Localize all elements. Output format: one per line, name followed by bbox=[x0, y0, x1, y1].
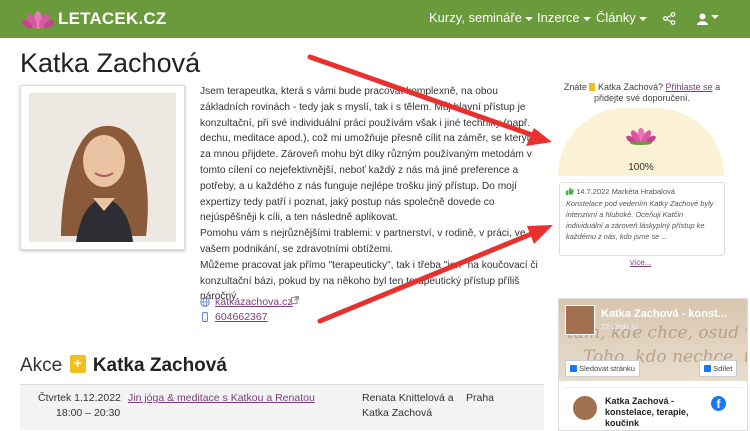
chevron-down-icon bbox=[711, 15, 719, 19]
globe-icon bbox=[200, 297, 210, 307]
lotus-icon bbox=[626, 127, 656, 145]
nav-articles-menu[interactable]: Články bbox=[596, 10, 647, 25]
more-reviews-link[interactable]: více... bbox=[630, 258, 651, 267]
chevron-down-icon bbox=[638, 16, 647, 21]
review-author: Markéta Hrabalová bbox=[611, 187, 675, 196]
avatar bbox=[573, 396, 597, 420]
user-menu[interactable] bbox=[697, 12, 719, 30]
login-link[interactable]: Přihlaste se bbox=[666, 82, 713, 92]
bookmark-add-icon[interactable] bbox=[69, 355, 86, 373]
event-time: 18:00 – 20:30 bbox=[56, 407, 121, 419]
bio-paragraph: Jsem terapeutka, která s vámi bude praco… bbox=[200, 86, 536, 224]
nav-ads-label: Inzerce bbox=[537, 10, 580, 25]
profile-photo bbox=[20, 85, 185, 250]
share-label: Sdílet bbox=[713, 364, 733, 373]
review-card: 14.7.2022 Markéta Hrabalová Konstelace p… bbox=[559, 182, 725, 256]
thumbs-up-icon bbox=[566, 187, 574, 195]
review-text: Konstelace pod vedením Katky Zachové byl… bbox=[566, 199, 714, 241]
follow-label: Sledovat stránku bbox=[579, 364, 635, 373]
review-date: 14.7.2022 bbox=[576, 187, 610, 196]
facebook-cover[interactable]: tam, kde chce, osud vede Toho, kdo nechc… bbox=[559, 299, 747, 381]
facebook-page-thumbnail[interactable] bbox=[565, 305, 595, 335]
logo-text: LETACEK.CZ bbox=[58, 9, 167, 28]
facebook-widget: tam, kde chce, osud vede Toho, kdo nechc… bbox=[558, 298, 748, 431]
prompt-name: Katka Zachová? bbox=[597, 82, 663, 92]
recommendation-prompt: Znáte Katka Zachová? Přihlaste se a přid… bbox=[558, 82, 726, 104]
facebook-share-button[interactable]: Sdílet bbox=[699, 360, 738, 377]
share-icon[interactable] bbox=[663, 12, 676, 25]
phone-link[interactable]: 604662367 bbox=[215, 311, 268, 323]
bookmark-icon bbox=[589, 83, 596, 91]
phone-icon bbox=[202, 312, 208, 322]
review-header: 14.7.2022 Markéta Hrabalová bbox=[566, 187, 675, 196]
event-city: Praha bbox=[466, 392, 495, 404]
nav-articles-label: Články bbox=[596, 10, 636, 25]
nav-ads-menu[interactable]: Inzerce bbox=[537, 10, 591, 25]
user-icon bbox=[697, 13, 708, 25]
event-date: Čtvrtek 1.12.2022 bbox=[38, 392, 121, 404]
facebook-fans-count: 72 sledující bbox=[601, 322, 639, 331]
page-title: Katka Zachová bbox=[20, 48, 201, 78]
event-lecturers: Renata Knittelová a bbox=[362, 392, 454, 404]
lotus-logo-icon bbox=[22, 11, 54, 29]
rating-percent: 100% bbox=[628, 162, 654, 173]
nav-courses-label: Kurzy, semináře bbox=[429, 10, 522, 25]
profile-bio: Jsem terapeutka, která s vámi bude praco… bbox=[200, 84, 538, 305]
prompt-prefix: Znáte bbox=[563, 82, 587, 92]
facebook-follow-button[interactable]: Sledovat stránku bbox=[565, 360, 640, 377]
site-logo[interactable]: LETACEK.CZ bbox=[22, 5, 166, 33]
facebook-card-title[interactable]: Katka Zachová - konstelace, terapie, kou… bbox=[605, 396, 705, 429]
event-lecturers: Katka Zachová bbox=[362, 407, 433, 419]
nav-courses-menu[interactable]: Kurzy, semináře bbox=[429, 10, 533, 25]
external-link-icon bbox=[291, 296, 299, 304]
facebook-post-card[interactable]: Katka Zachová - konstelace, terapie, kou… bbox=[563, 387, 743, 430]
events-table: Čtvrtek 1.12.2022 18:00 – 20:30 Jin jóga… bbox=[20, 384, 544, 430]
bio-paragraph: Pomohu vám s nejrůznějšími trablemi: v p… bbox=[200, 228, 526, 255]
chevron-down-icon bbox=[582, 16, 591, 21]
chevron-down-icon bbox=[524, 16, 533, 21]
facebook-page-title[interactable]: Katka Zachová - konst... bbox=[601, 308, 727, 320]
facebook-icon bbox=[570, 365, 577, 372]
events-heading-prefix: Akce bbox=[20, 355, 63, 376]
top-navbar: LETACEK.CZ Kurzy, semináře Inzerce Článk… bbox=[0, 0, 750, 38]
website-link[interactable]: katkazachova.cz bbox=[215, 296, 293, 308]
events-heading: Akce Katka Zachová bbox=[20, 355, 227, 377]
facebook-icon bbox=[704, 365, 711, 372]
events-heading-name: Katka Zachová bbox=[92, 355, 227, 376]
facebook-logo-icon: f bbox=[711, 396, 726, 411]
event-title-link[interactable]: Jin jóga & meditace s Katkou a Renatou bbox=[128, 391, 315, 405]
